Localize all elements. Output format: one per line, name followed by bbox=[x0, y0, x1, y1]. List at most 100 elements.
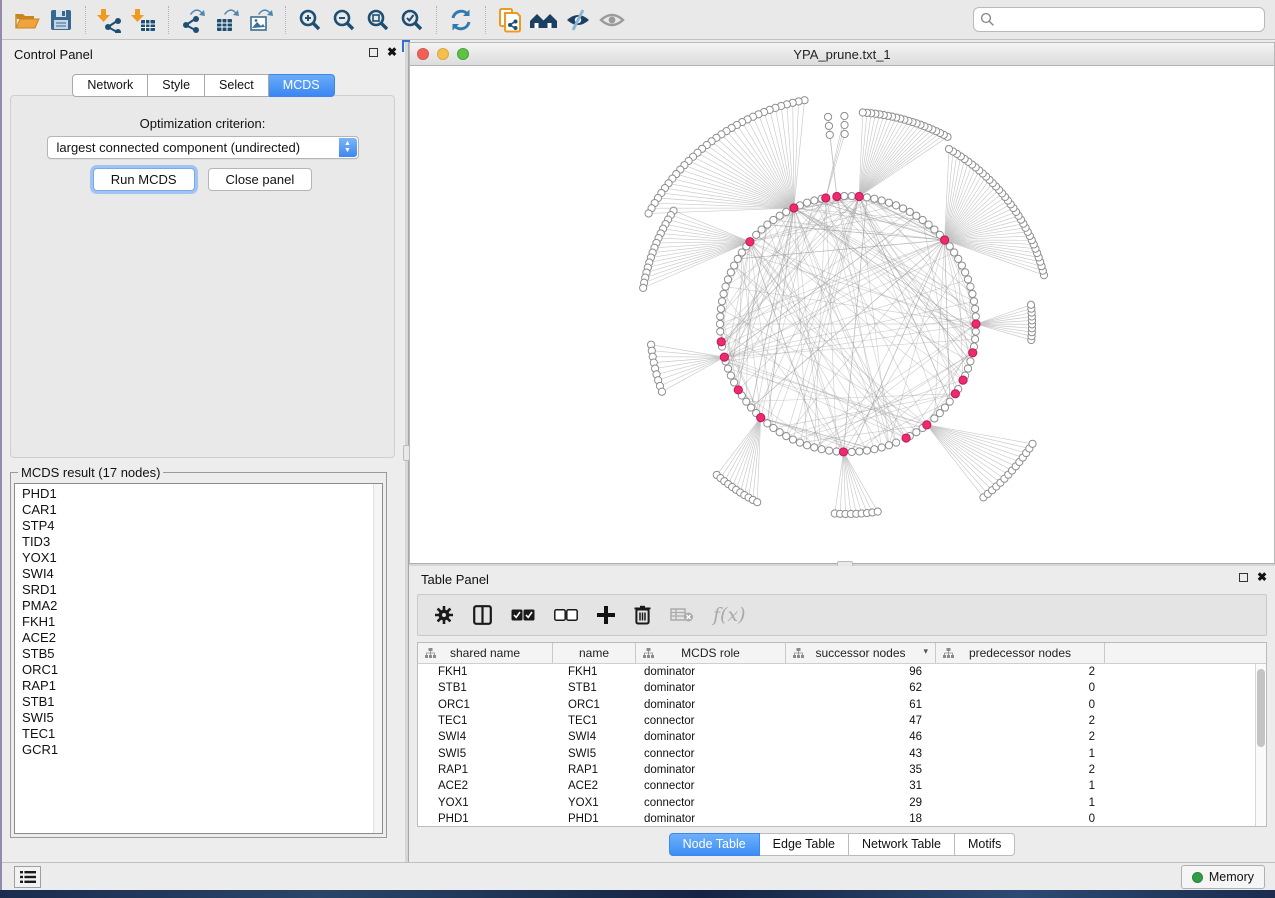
zoom-selected-icon[interactable] bbox=[395, 5, 429, 35]
panel-focus-indicator bbox=[402, 40, 410, 52]
cell-name: ORC1 bbox=[553, 699, 636, 711]
mcds-result-item[interactable]: STB5 bbox=[22, 646, 382, 662]
hide-selected-icon[interactable] bbox=[561, 5, 595, 35]
float-panel-icon[interactable] bbox=[1239, 573, 1248, 582]
mcds-result-item[interactable]: SWI5 bbox=[22, 710, 382, 726]
cell-shared-name: SWI5 bbox=[418, 748, 553, 760]
close-panel-button[interactable]: Close panel bbox=[208, 168, 313, 191]
cell-predecessor-nodes: 0 bbox=[936, 699, 1105, 711]
mcds-result-item[interactable]: SRD1 bbox=[22, 582, 382, 598]
open-session-icon[interactable] bbox=[10, 5, 44, 35]
cell-mcds-role: connector bbox=[636, 715, 786, 727]
search-input[interactable] bbox=[973, 7, 1265, 32]
table-tab-motifs[interactable]: Motifs bbox=[955, 833, 1015, 856]
column-header-predecessor-nodes[interactable]: predecessor nodes bbox=[936, 643, 1105, 663]
column-header-successor-nodes[interactable]: successor nodes▾ bbox=[786, 643, 936, 663]
clone-network-icon[interactable] bbox=[493, 5, 527, 35]
tab-network[interactable]: Network bbox=[72, 74, 148, 97]
table-tab-node-table[interactable]: Node Table bbox=[669, 833, 760, 856]
optimization-select[interactable]: largest connected component (undirected)… bbox=[47, 136, 359, 159]
tab-mcds[interactable]: MCDS bbox=[269, 74, 335, 97]
import-table-icon[interactable] bbox=[127, 5, 161, 35]
save-session-icon[interactable] bbox=[44, 5, 78, 35]
mcds-result-item[interactable]: ACE2 bbox=[22, 630, 382, 646]
table-row[interactable]: ORC1ORC1dominator610 bbox=[418, 697, 1255, 713]
mcds-result-item[interactable]: TEC1 bbox=[22, 726, 382, 742]
table-row[interactable]: FKH1FKH1dominator962 bbox=[418, 664, 1255, 680]
deselect-all-icon[interactable] bbox=[554, 602, 578, 628]
table-tab-edge-table[interactable]: Edge Table bbox=[760, 833, 849, 856]
memory-button[interactable]: Memory bbox=[1181, 865, 1265, 889]
mcds-result-item[interactable]: ORC1 bbox=[22, 662, 382, 678]
run-mcds-button[interactable]: Run MCDS bbox=[93, 168, 195, 191]
mcds-list-scrollbar[interactable] bbox=[373, 484, 382, 833]
table-row[interactable]: TEC1TEC1connector472 bbox=[418, 713, 1255, 729]
table-tab-network-table[interactable]: Network Table bbox=[849, 833, 955, 856]
node-table: shared namenameMCDS rolesuccessor nodes▾… bbox=[417, 642, 1267, 827]
function-builder-icon[interactable]: f(x) bbox=[713, 602, 746, 628]
import-network-icon[interactable] bbox=[93, 5, 127, 35]
add-column-icon[interactable] bbox=[597, 602, 615, 628]
cell-successor-nodes: 31 bbox=[786, 780, 936, 792]
export-image-icon[interactable] bbox=[244, 5, 278, 35]
zoom-in-icon[interactable] bbox=[293, 5, 327, 35]
network-graph[interactable] bbox=[410, 67, 1274, 563]
mcds-result-item[interactable]: RAP1 bbox=[22, 678, 382, 694]
network-window-titlebar[interactable]: YPA_prune.txt_1 bbox=[410, 43, 1274, 66]
table-row[interactable]: STB1STB1dominator620 bbox=[418, 680, 1255, 696]
network-canvas[interactable] bbox=[410, 67, 1274, 563]
status-bar: Memory bbox=[2, 862, 1275, 890]
column-header-MCDS-role[interactable]: MCDS role bbox=[636, 643, 786, 663]
memory-status-icon bbox=[1192, 872, 1203, 883]
show-column-panel-icon[interactable] bbox=[473, 602, 492, 628]
mcds-result-title: MCDS result (17 nodes) bbox=[18, 465, 163, 480]
mcds-result-item[interactable]: PMA2 bbox=[22, 598, 382, 614]
scrollbar-thumb[interactable] bbox=[1257, 669, 1265, 747]
table-row[interactable]: SWI4SWI4dominator462 bbox=[418, 729, 1255, 745]
close-panel-icon[interactable]: ✖ bbox=[387, 47, 397, 57]
table-row[interactable]: RAP1RAP1dominator352 bbox=[418, 762, 1255, 778]
mcds-result-item[interactable]: CAR1 bbox=[22, 502, 382, 518]
delete-column-icon[interactable] bbox=[634, 602, 651, 628]
mcds-result-item[interactable]: SWI4 bbox=[22, 566, 382, 582]
table-row[interactable]: YOX1YOX1connector291 bbox=[418, 794, 1255, 810]
home-view-icon[interactable] bbox=[527, 5, 561, 35]
tab-select[interactable]: Select bbox=[205, 74, 269, 97]
mcds-result-item[interactable]: GCR1 bbox=[22, 742, 382, 758]
table-scrollbar[interactable] bbox=[1255, 664, 1266, 826]
settings-gear-icon[interactable] bbox=[434, 602, 454, 628]
mcds-tab-content: Optimization criterion: largest connecte… bbox=[10, 95, 395, 458]
show-all-icon[interactable] bbox=[595, 5, 629, 35]
mcds-result-item[interactable]: PHD1 bbox=[22, 486, 382, 502]
float-panel-icon[interactable] bbox=[369, 48, 378, 57]
mcds-result-item[interactable]: TID3 bbox=[22, 534, 382, 550]
control-panel: Control Panel ✖ Network Style Select MCD… bbox=[2, 40, 405, 862]
task-history-button[interactable] bbox=[14, 866, 41, 888]
select-all-check-icon[interactable] bbox=[511, 602, 535, 628]
optimization-select-value: largest connected component (undirected) bbox=[57, 140, 301, 155]
cell-successor-nodes: 47 bbox=[786, 715, 936, 727]
mcds-result-item[interactable]: STB1 bbox=[22, 694, 382, 710]
table-tabs: Node TableEdge TableNetwork TableMotifs bbox=[409, 833, 1275, 856]
column-header-name[interactable]: name bbox=[553, 643, 636, 663]
search-icon bbox=[980, 12, 995, 32]
export-table-icon[interactable] bbox=[210, 5, 244, 35]
table-row[interactable]: PHD1PHD1dominator180 bbox=[418, 811, 1255, 826]
export-network-icon[interactable] bbox=[176, 5, 210, 35]
mcds-result-item[interactable]: STP4 bbox=[22, 518, 382, 534]
tab-style[interactable]: Style bbox=[148, 74, 205, 97]
close-panel-icon[interactable]: ✖ bbox=[1257, 572, 1267, 582]
delete-table-icon[interactable] bbox=[670, 602, 694, 628]
mcds-result-list[interactable]: PHD1CAR1STP4TID3YOX1SWI4SRD1PMA2FKH1ACE2… bbox=[14, 483, 383, 834]
mcds-result-item[interactable]: YOX1 bbox=[22, 550, 382, 566]
column-header-shared-name[interactable]: shared name bbox=[418, 643, 553, 663]
right-area: YPA_prune.txt_1 Table Panel ✖ bbox=[409, 40, 1275, 862]
refresh-view-icon[interactable] bbox=[444, 5, 478, 35]
table-row[interactable]: ACE2ACE2connector311 bbox=[418, 778, 1255, 794]
toolbar-separator bbox=[85, 6, 86, 34]
zoom-fit-icon[interactable] bbox=[361, 5, 395, 35]
table-row[interactable]: SWI5SWI5connector431 bbox=[418, 745, 1255, 761]
toolbar-separator bbox=[168, 6, 169, 34]
zoom-out-icon[interactable] bbox=[327, 5, 361, 35]
mcds-result-item[interactable]: FKH1 bbox=[22, 614, 382, 630]
